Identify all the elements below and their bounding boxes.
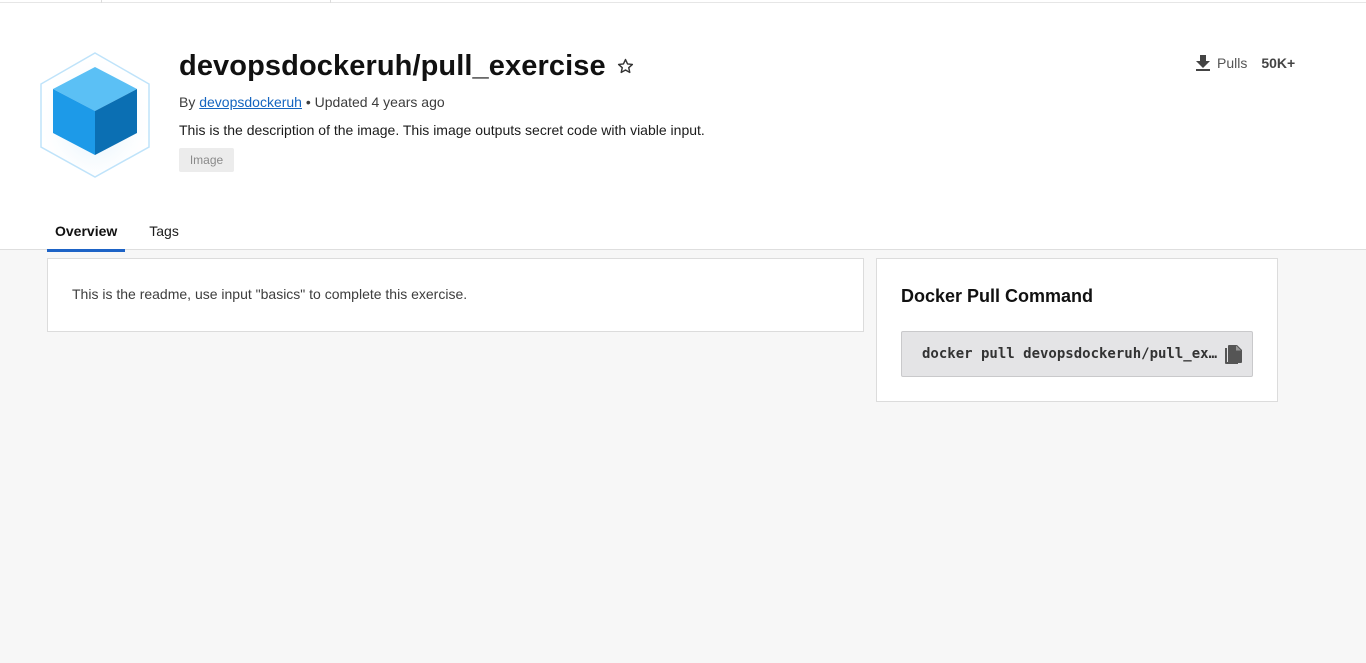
byline: By devopsdockeruh • Updated 4 years ago	[179, 94, 445, 110]
pulls-count: 50K+	[1261, 55, 1296, 71]
pull-command-text[interactable]: docker pull devopsdockeruh/pull_exercise	[922, 346, 1218, 362]
pull-command-box[interactable]: docker pull devopsdockeruh/pull_exercise	[901, 331, 1253, 377]
copy-icon[interactable]	[1222, 343, 1244, 367]
type-badge: Image	[179, 148, 234, 172]
title-row: devopsdockeruh/pull_exercise	[179, 46, 637, 86]
pull-command-heading: Docker Pull Command	[901, 286, 1094, 306]
pulls-stat: Pulls 50K+	[1194, 53, 1295, 73]
author-link[interactable]: devopsdockeruh	[199, 94, 302, 110]
readme-card: This is the readme, use input "basics" t…	[47, 258, 864, 332]
tab-overview[interactable]: Overview	[47, 217, 126, 252]
tab-tags[interactable]: Tags	[141, 217, 187, 251]
readme-text: This is the readme, use input "basics" t…	[72, 286, 468, 302]
download-icon	[1194, 54, 1212, 72]
pull-command-card: Docker Pull Command docker pull devopsdo…	[876, 258, 1278, 402]
tab-bar: Overview Tags	[47, 217, 203, 253]
updated-text: • Updated 4 years ago	[301, 94, 445, 110]
star-icon[interactable]	[615, 55, 637, 77]
by-prefix: By	[179, 94, 200, 110]
cube-icon	[38, 51, 152, 179]
repo-header: devopsdockeruh/pull_exercise By devopsdo…	[0, 3, 1366, 253]
repo-title: devopsdockeruh/pull_exercise	[179, 49, 606, 82]
pulls-label: Pulls	[1217, 55, 1248, 71]
repo-description: This is the description of the image. Th…	[179, 122, 705, 138]
